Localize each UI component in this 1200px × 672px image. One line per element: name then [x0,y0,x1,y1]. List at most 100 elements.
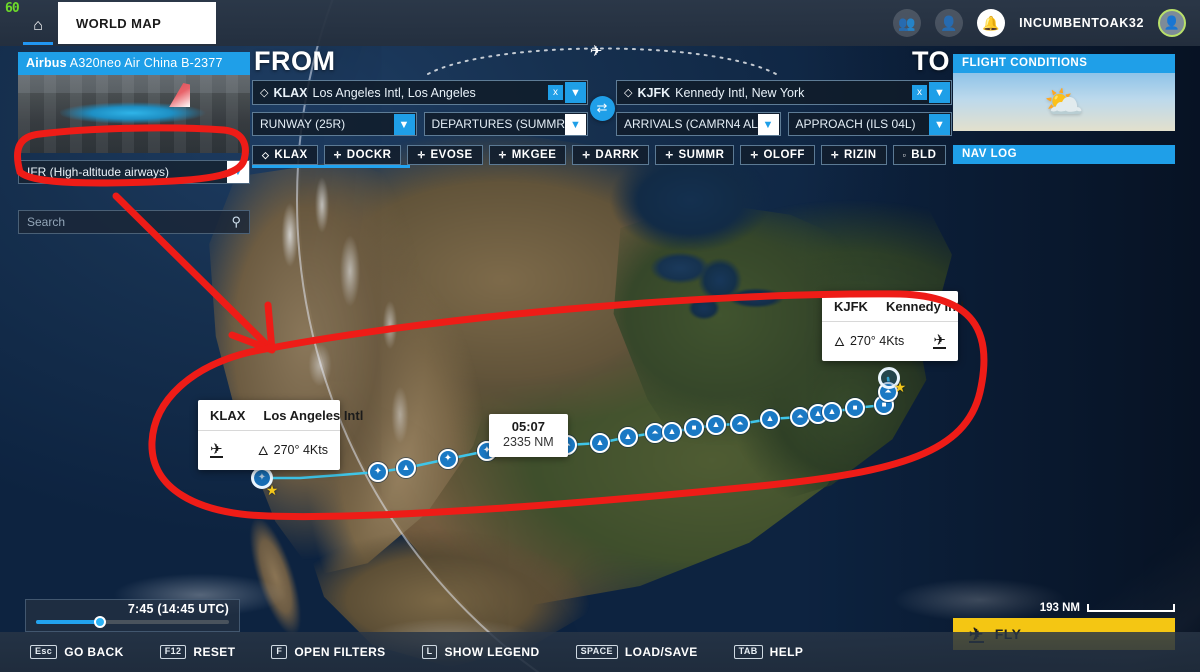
waypoint-chip-label: DARRK [595,149,640,161]
map-waypoint-marker[interactable] [438,449,458,469]
map-waypoint-marker[interactable] [845,398,865,418]
friends-icon[interactable]: 👥 [893,9,922,37]
keycap: F [271,644,288,660]
waypoint-chip-label: SUMMR [678,149,725,161]
search-input[interactable]: Search ⚲ [18,210,250,234]
plus-icon: ✛ [830,149,839,160]
footer-shortcut[interactable]: SPACE LOAD/SAVE [575,644,698,660]
active-tab-indicator [23,42,53,45]
map-waypoint-marker[interactable] [618,427,638,447]
footer-shortcut[interactable]: Esc GO BACK [30,644,124,660]
departure-dropdown-caret-icon[interactable]: ▼ [565,82,586,103]
departure-subfields: RUNWAY (25R) ▼ DEPARTURES (SUMMR2 ▼ [252,112,588,136]
waypoint-chip[interactable]: ◇ KLAX [252,145,318,165]
flight-plan-type-value: IFR (High-altitude airways) [27,165,170,179]
map-waypoint-marker[interactable] [662,422,682,442]
tab-home[interactable]: ⌂ [22,8,54,46]
arrival-arrivals-select[interactable]: ARRIVALS (CAMRN4 ALI ▼ [616,112,781,136]
map-waypoint-marker[interactable] [684,418,704,438]
waypoint-chip[interactable]: ✛ RIZIN [820,145,887,165]
time-of-day-widget[interactable]: 7:45 (14:45 UTC) [25,599,240,632]
departure-card-title-row: KLAX Los Angeles Intl [198,400,363,430]
footer-shortcut[interactable]: F12 RESET [159,644,236,660]
waypoint-chip[interactable]: ✛ DOCKR [323,145,402,165]
departure-airport-field[interactable]: ◇ KLAX Los Angeles Intl, Los Angeles x ▼ [252,80,588,105]
time-slider[interactable] [36,616,229,628]
clear-departure-button[interactable]: x [548,85,563,100]
approach-caret-icon[interactable]: ▼ [929,114,950,135]
waypoint-chip[interactable]: ✛ DARRK [572,145,650,165]
flight-plan-type-row: IFR (High-altitude airways) ▼ [18,160,250,184]
map-waypoint-marker[interactable] [730,414,750,434]
departure-wind-value: 270° 4Kts [273,443,328,457]
departure-runway-select[interactable]: RUNWAY (25R) ▼ [252,112,417,136]
arrivals-caret-icon[interactable]: ▼ [757,114,779,135]
arrival-arrivals-value: ARRIVALS (CAMRN4 ALI [624,117,762,131]
arrival-dropdown-caret-icon[interactable]: ▼ [929,82,950,103]
search-placeholder: Search [27,215,66,229]
arrival-card-wind: 🜂 270° 4Kts [834,328,904,354]
flight-conditions-panel[interactable]: FLIGHT CONDITIONS ⛅ [953,54,1175,131]
waypoint-chip[interactable]: ✛ EVOSE [407,145,483,165]
avatar[interactable]: 👤 [1158,9,1186,37]
swap-departure-arrival-button[interactable]: ⇄ [588,80,616,136]
profile-icon[interactable]: 👤 [935,9,964,37]
diamond-icon: ◇ [624,87,633,99]
map-waypoint-marker[interactable] [368,462,388,482]
departure-procedure-caret-icon[interactable]: ▼ [565,114,586,135]
arrival-airport-field[interactable]: ◇ KJFK Kennedy Intl, New York x ▼ [616,80,952,105]
route-time: 05:07 [511,419,545,434]
map-waypoint-marker[interactable] [590,433,610,453]
waypoint-shape-icon [766,414,775,424]
waypoint-chip[interactable]: ✛ MKGEE [488,145,567,165]
search-icon: ⚲ [231,214,241,229]
arrival-card-title-row: KJFK Kennedy Intl [822,291,964,321]
time-slider-fill [36,620,100,624]
notifications-bell-icon[interactable]: 🔔 [977,9,1006,37]
landing-icon: ✈ [933,332,946,349]
arrival-approach-select[interactable]: APPROACH (ILS 04L) ▼ [787,112,952,136]
waypoint-shape-icon [692,423,697,433]
arrival-icao: KJFK [637,85,671,100]
waypoint-chip-bar[interactable]: ◇ KLAX ✛ DOCKR ✛ EVOSE ✛ MKGEE ✛ DARRK ✛ SUMMR ✛ OLOF… [252,144,952,166]
flight-conditions-title: FLIGHT CONDITIONS [953,54,1175,73]
footer-shortcut[interactable]: L SHOW LEGEND [421,644,540,660]
flight-plan-type-select[interactable]: IFR (High-altitude airways) [18,160,250,184]
windsock-icon: 🜂 [257,444,269,458]
arrival-airport-card[interactable]: KJFK Kennedy Intl 🜂 270° 4Kts ✈ [822,291,964,361]
nav-log-button[interactable]: NAV LOG [953,145,1175,164]
tab-world-map[interactable]: WORLD MAP [58,2,216,44]
waypoint-chip[interactable]: ▫ BLD [892,145,947,165]
footer-shortcut[interactable]: TAB HELP [733,644,804,660]
map-waypoint-marker[interactable] [706,415,726,435]
tab-world-map-label: WORLD MAP [76,15,162,31]
time-value: 7:45 (14:45 UTC) [127,602,229,616]
aircraft-maker: Airbus [26,56,67,70]
map-waypoint-marker[interactable] [396,458,416,478]
keycap: L [421,644,438,660]
takeoff-icon: ✈ [210,441,223,458]
waypoint-chip-label: EVOSE [430,149,473,161]
route-planner-header: FROM TO ✈ [252,44,952,78]
footer-shortcut[interactable]: F OPEN FILTERS [271,644,386,660]
waypoint-chip[interactable]: ✛ OLOFF [740,145,815,165]
time-slider-knob[interactable] [93,616,106,628]
arrival-card-name: Kennedy Intl [885,299,964,314]
aircraft-panel: Airbus A320neo Air China B-2377 IFR (Hig… [18,52,250,234]
map-waypoint-marker[interactable] [760,409,780,429]
aircraft-thumbnail[interactable] [18,75,250,153]
world-map-screen: ★ ★ KLAX Los Angeles Intl ✈ 🜂 270° 4Kts … [0,0,1200,672]
flight-conditions-preview[interactable]: ⛅ [953,73,1175,131]
departure-procedure-select[interactable]: DEPARTURES (SUMMR2 ▼ [423,112,588,136]
chevron-down-icon[interactable]: ▼ [227,161,249,183]
map-waypoint-marker[interactable] [822,402,842,422]
waypoint-chip[interactable]: ✛ SUMMR [655,145,735,165]
runway-caret-icon[interactable]: ▼ [393,114,415,135]
waypoint-shape-icon [651,428,658,438]
departure-airport-card[interactable]: KLAX Los Angeles Intl ✈ 🜂 270° 4Kts [198,400,363,470]
route-arc-decoration: ✈ [427,44,777,75]
map-waypoint-marker[interactable] [790,407,810,427]
arrival-column: ◇ KJFK Kennedy Intl, New York x ▼ ARRIVA… [616,80,952,136]
footer-shortcut-label: OPEN FILTERS [294,644,386,659]
clear-arrival-button[interactable]: x [912,85,927,100]
